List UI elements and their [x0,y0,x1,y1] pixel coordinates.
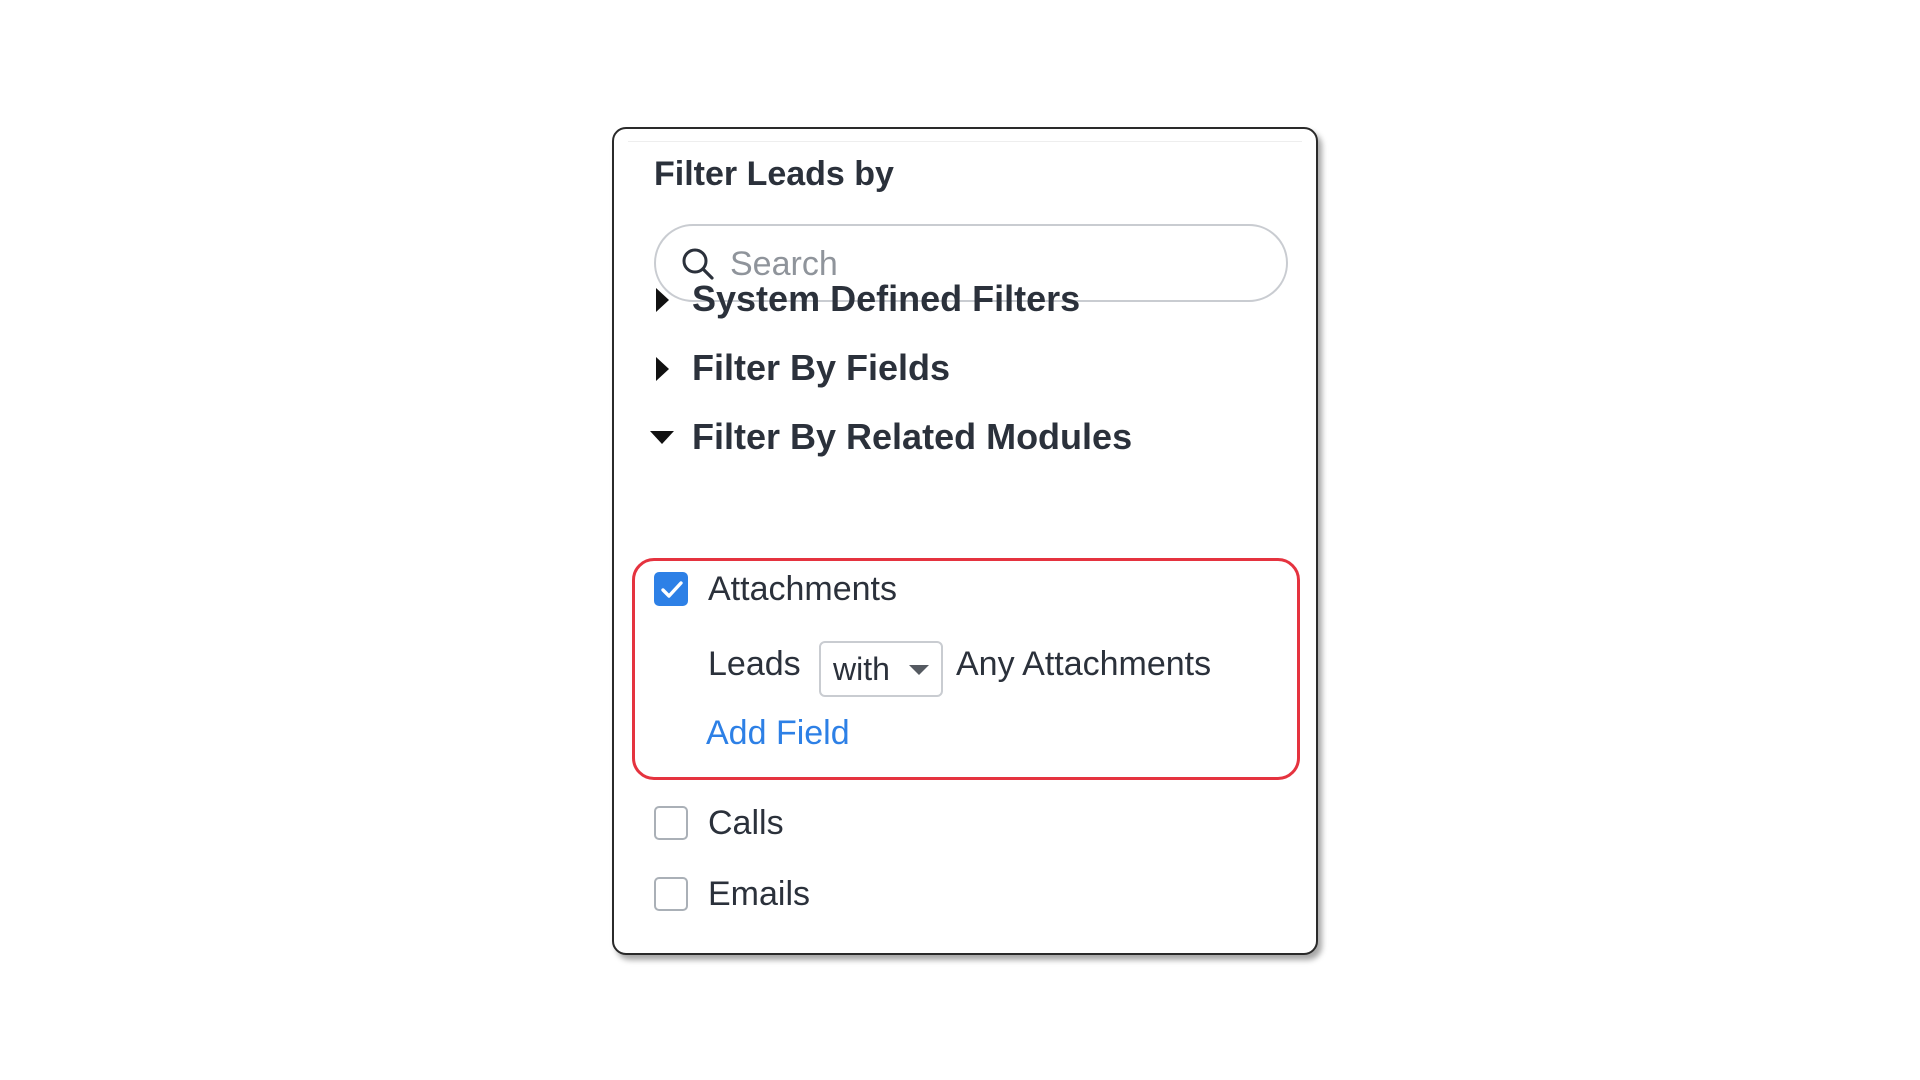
condition-prefix: Leads [708,645,801,683]
caret-right-icon [650,286,676,312]
caret-down-icon [650,424,676,450]
condition-suffix: Any Attachments [956,645,1212,683]
section-label: Filter By Fields [692,347,951,388]
calls-checkbox[interactable] [654,806,688,840]
section-filter-by-related-modules[interactable]: Filter By Related Modules [650,412,1132,462]
add-field-link[interactable]: Add Field [706,714,850,753]
attachments-label[interactable]: Attachments [708,570,897,609]
checkmark-icon [661,581,683,598]
emails-checkbox[interactable] [654,877,688,911]
section-label: Filter By Related Modules [692,416,1133,457]
condition-operator-select[interactable]: with [819,641,943,697]
dropdown-caret-icon [909,665,929,675]
panel-title: Filter Leads by [654,155,894,193]
section-label: System Defined Filters [692,278,1081,319]
calls-label[interactable]: Calls [708,804,784,843]
panel-top-divider [628,141,1302,142]
filter-panel: Filter Leads by System Defined Filters F… [612,127,1318,955]
section-filter-by-fields[interactable]: Filter By Fields [650,343,950,393]
operator-value: with [833,651,890,687]
emails-label[interactable]: Emails [708,875,810,914]
section-system-defined-filters[interactable]: System Defined Filters [650,274,1080,324]
caret-right-icon [650,355,676,381]
attachments-checkbox[interactable] [654,572,688,606]
